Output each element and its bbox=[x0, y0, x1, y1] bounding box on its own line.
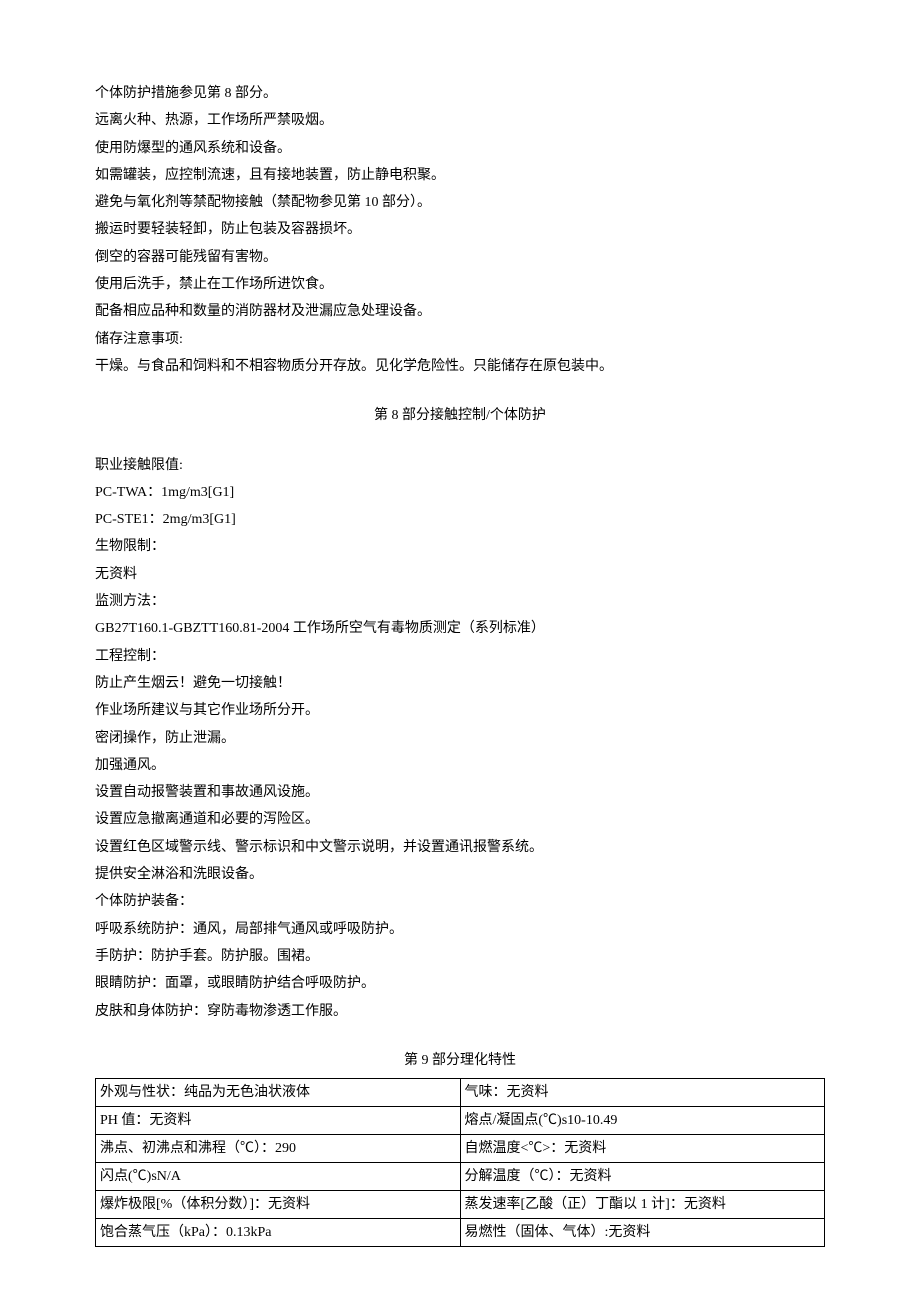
body-line: 储存注意事项: bbox=[95, 326, 825, 353]
body-line: 手防护：防护手套。防护服。围裙。 bbox=[95, 943, 825, 970]
section-9-title: 第 9 部分理化特性 bbox=[95, 1047, 825, 1074]
body-line: 个体防护装备： bbox=[95, 888, 825, 915]
cell-ph: PH 值：无资料 bbox=[96, 1107, 461, 1135]
body-line: 使用后洗手，禁止在工作场所进饮食。 bbox=[95, 271, 825, 298]
body-line: 皮肤和身体防护：穿防毒物渗透工作服。 bbox=[95, 998, 825, 1025]
table-row: 外观与性状：纯品为无色油状液体 气味：无资料 bbox=[96, 1079, 825, 1107]
body-line: 倒空的容器可能残留有害物。 bbox=[95, 244, 825, 271]
section-7-body: 个体防护措施参见第 8 部分。 远离火种、热源，工作场所严禁吸烟。 使用防爆型的… bbox=[95, 80, 825, 380]
cell-appearance: 外观与性状：纯品为无色油状液体 bbox=[96, 1079, 461, 1107]
body-line: 设置自动报警装置和事故通风设施。 bbox=[95, 779, 825, 806]
cell-flash-point: 闪点(℃)sN/A bbox=[96, 1163, 461, 1191]
table-row: 饱合蒸气压（kPa）：0.13kPa 易燃性（固体、气体）:无资料 bbox=[96, 1219, 825, 1247]
section-8-title: 第 8 部分接触控制/个体防护 bbox=[95, 402, 825, 429]
body-line: 避免与氧化剂等禁配物接触（禁配物参见第 10 部分）。 bbox=[95, 189, 825, 216]
body-line: 无资料 bbox=[95, 561, 825, 588]
table-row: 闪点(℃)sN/A 分解温度（℃）：无资料 bbox=[96, 1163, 825, 1191]
body-line: 提供安全淋浴和洗眼设备。 bbox=[95, 861, 825, 888]
section-8-body: 职业接触限值: PC-TWA：1mg/m3[G1] PC-STE1：2mg/m3… bbox=[95, 452, 825, 1025]
cell-decomposition: 分解温度（℃）：无资料 bbox=[460, 1163, 825, 1191]
body-line: 干燥。与食品和饲料和不相容物质分开存放。见化学危险性。只能储存在原包装中。 bbox=[95, 353, 825, 380]
table-row: 爆炸极限[%（体积分数）]：无资料 蒸发速率[乙酸（正）丁酯以 1 计]：无资料 bbox=[96, 1191, 825, 1219]
body-line: 生物限制： bbox=[95, 533, 825, 560]
cell-evaporation-rate: 蒸发速率[乙酸（正）丁酯以 1 计]：无资料 bbox=[460, 1191, 825, 1219]
cell-explosion-limit: 爆炸极限[%（体积分数）]：无资料 bbox=[96, 1191, 461, 1219]
body-line: 使用防爆型的通风系统和设备。 bbox=[95, 135, 825, 162]
cell-autoignition: 自燃温度<℃>：无资料 bbox=[460, 1135, 825, 1163]
body-line: 职业接触限值: bbox=[95, 452, 825, 479]
body-line: PC-TWA：1mg/m3[G1] bbox=[95, 479, 825, 506]
cell-odor: 气味：无资料 bbox=[460, 1079, 825, 1107]
cell-vapor-pressure: 饱合蒸气压（kPa）：0.13kPa bbox=[96, 1219, 461, 1247]
properties-table: 外观与性状：纯品为无色油状液体 气味：无资料 PH 值：无资料 熔点/凝固点(℃… bbox=[95, 1078, 825, 1247]
body-line: 防止产生烟云！避免一切接触！ bbox=[95, 670, 825, 697]
cell-melting-point: 熔点/凝固点(℃)s10-10.49 bbox=[460, 1107, 825, 1135]
body-line: 工程控制： bbox=[95, 643, 825, 670]
cell-boiling-point: 沸点、初沸点和沸程（℃）：290 bbox=[96, 1135, 461, 1163]
body-line: 配备相应品种和数量的消防器材及泄漏应急处理设备。 bbox=[95, 298, 825, 325]
body-line: 设置红色区域警示线、警示标识和中文警示说明，并设置通讯报警系统。 bbox=[95, 834, 825, 861]
body-line: 如需罐装，应控制流速，且有接地装置，防止静电积聚。 bbox=[95, 162, 825, 189]
body-line: 监测方法： bbox=[95, 588, 825, 615]
body-line: 搬运时要轻装轻卸，防止包装及容器损坏。 bbox=[95, 216, 825, 243]
table-row: 沸点、初沸点和沸程（℃）：290 自燃温度<℃>：无资料 bbox=[96, 1135, 825, 1163]
body-line: 密闭操作，防止泄漏。 bbox=[95, 725, 825, 752]
body-line: 加强通风。 bbox=[95, 752, 825, 779]
body-line: 设置应急撤离通道和必要的泻险区。 bbox=[95, 806, 825, 833]
body-line: 作业场所建议与其它作业场所分开。 bbox=[95, 697, 825, 724]
cell-flammability: 易燃性（固体、气体）:无资料 bbox=[460, 1219, 825, 1247]
table-row: PH 值：无资料 熔点/凝固点(℃)s10-10.49 bbox=[96, 1107, 825, 1135]
body-line: 远离火种、热源，工作场所严禁吸烟。 bbox=[95, 107, 825, 134]
page-content: 个体防护措施参见第 8 部分。 远离火种、热源，工作场所严禁吸烟。 使用防爆型的… bbox=[0, 0, 920, 1287]
body-line: 呼吸系统防护：通风，局部排气通风或呼吸防护。 bbox=[95, 916, 825, 943]
body-line: 眼睛防护：面罩，或眼睛防护结合呼吸防护。 bbox=[95, 970, 825, 997]
body-line: PC-STE1：2mg/m3[G1] bbox=[95, 506, 825, 533]
body-line: GB27T160.1-GBZTT160.81-2004 工作场所空气有毒物质测定… bbox=[95, 615, 825, 642]
body-line: 个体防护措施参见第 8 部分。 bbox=[95, 80, 825, 107]
